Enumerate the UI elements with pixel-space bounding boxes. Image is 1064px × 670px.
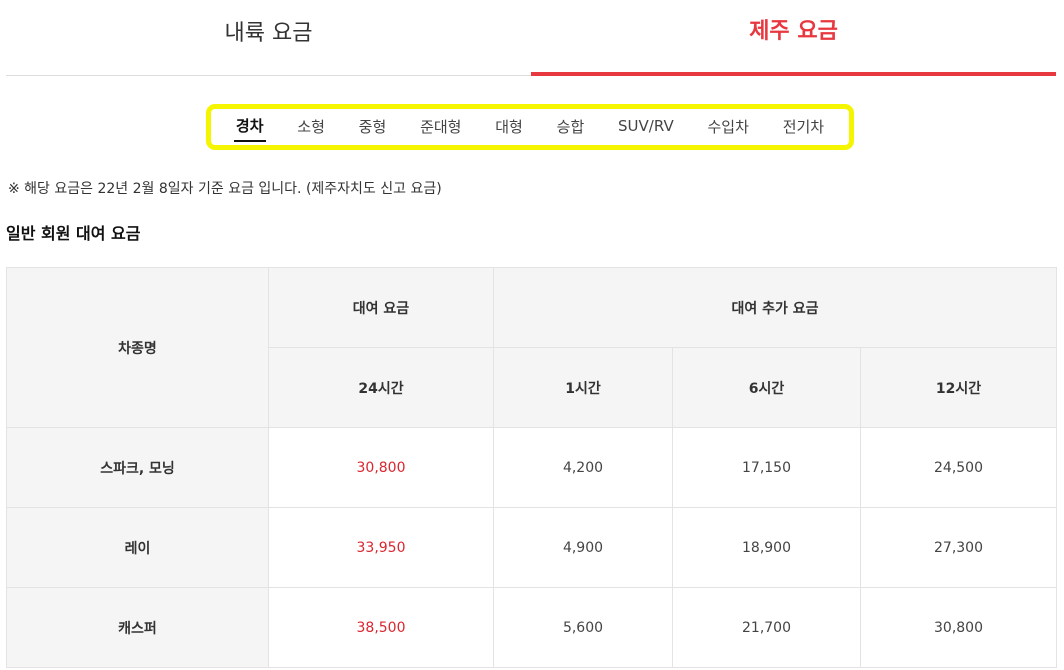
price-24h: 38,500 (268, 587, 494, 668)
car-class-tabs: 경차 소형 중형 준대형 대형 승합 SUV/RV 수입차 전기차 (206, 104, 854, 150)
price-24h: 33,950 (268, 507, 494, 588)
subtab-compact[interactable]: 경차 (233, 113, 266, 142)
header-24h: 24시간 (268, 347, 494, 428)
subtab-imported[interactable]: 수입차 (706, 114, 751, 141)
car-name: 레이 (6, 507, 269, 588)
price-12h: 27,300 (860, 507, 1057, 588)
section-title: 일반 회원 대여 요금 (6, 224, 141, 243)
subtab-semi-large[interactable]: 준대형 (418, 114, 463, 141)
subtab-small[interactable]: 소형 (295, 114, 327, 141)
subtab-large[interactable]: 대형 (493, 114, 525, 141)
tab-jeju-rates[interactable]: 제주 요금 (531, 0, 1056, 76)
header-12h: 12시간 (860, 347, 1057, 428)
tab-inland-rates[interactable]: 내륙 요금 (6, 0, 531, 76)
subtab-suv-rv[interactable]: SUV/RV (616, 115, 676, 139)
price-24h: 30,800 (268, 427, 494, 508)
subtab-midsize[interactable]: 중형 (357, 114, 389, 141)
price-1h: 4,200 (493, 427, 673, 508)
car-name: 스파크, 모닝 (6, 427, 269, 508)
price-6h: 21,700 (672, 587, 861, 668)
price-12h: 24,500 (860, 427, 1057, 508)
table-header-row: 차종명 대여 요금 대여 추가 요금 (6, 267, 1057, 428)
price-1h: 4,900 (493, 507, 673, 588)
header-6h: 6시간 (672, 347, 861, 428)
price-12h: 30,800 (860, 587, 1057, 668)
price-table: 차종명 대여 요금 대여 추가 요금 24시간 1시간 6시간 12시간 스파크… (6, 267, 1057, 668)
price-1h: 5,600 (493, 587, 673, 668)
subtab-electric[interactable]: 전기차 (781, 114, 826, 141)
table-row: 레이 33,950 4,900 18,900 27,300 (6, 507, 1057, 588)
header-extra-fee: 대여 추가 요금 (493, 267, 1057, 348)
header-car-name: 차종명 (6, 267, 269, 428)
car-name: 캐스퍼 (6, 587, 269, 668)
rate-notice: ※ 해당 요금은 22년 2월 8일자 기준 요금 입니다. (제주자치도 신고… (8, 181, 442, 197)
table-row: 스파크, 모닝 30,800 4,200 17,150 24,500 (6, 427, 1057, 508)
price-6h: 18,900 (672, 507, 861, 588)
table-row: 캐스퍼 38,500 5,600 21,700 30,800 (6, 587, 1057, 668)
header-rental-fee: 대여 요금 (268, 267, 494, 348)
price-6h: 17,150 (672, 427, 861, 508)
subtab-van[interactable]: 승합 (555, 114, 587, 141)
header-1h: 1시간 (493, 347, 673, 428)
region-tabs: 내륙 요금 제주 요금 (6, 0, 1056, 76)
